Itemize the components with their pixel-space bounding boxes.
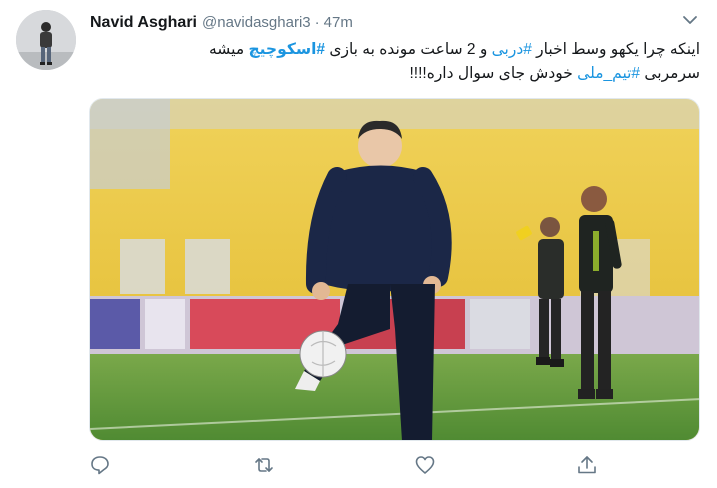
text-segment: و 2 ساعت مونده به بازی [325, 41, 492, 58]
reply-icon[interactable] [89, 454, 111, 476]
hashtag-skocic[interactable]: #اسکوچیچ [248, 41, 325, 58]
tweet[interactable]: Navid Asghari @navidasghari3 · 47m اینکه… [0, 0, 717, 488]
heart-icon[interactable] [414, 454, 436, 476]
author-handle[interactable]: @navidasghari3 [202, 14, 311, 31]
text-segment: اینکه چرا یکهو وسط اخبار [531, 41, 700, 58]
author-name[interactable]: Navid Asghari [90, 14, 197, 32]
text-segment: خودش جای سوال داره!!!! [409, 65, 578, 82]
share-icon[interactable] [576, 454, 598, 476]
avatar[interactable] [16, 10, 76, 70]
action-bar [0, 452, 717, 480]
text-segment: سرمربی [640, 65, 700, 82]
separator-dot: · [314, 14, 320, 31]
retweet-icon[interactable] [253, 454, 275, 476]
tweet-text: اینکه چرا یکهو وسط اخبار #دربی و 2 ساعت … [88, 38, 700, 86]
tweet-text-line-1: اینکه چرا یکهو وسط اخبار #دربی و 2 ساعت … [88, 38, 700, 62]
text-segment: میشه [209, 41, 249, 58]
hashtag-derby[interactable]: #دربی [492, 41, 532, 58]
tweet-header: Navid Asghari @navidasghari3 · 47m [90, 14, 353, 34]
chevron-down-icon[interactable] [680, 12, 700, 28]
tweet-photo[interactable] [89, 98, 700, 441]
hashtag-national-team[interactable]: #تیم_ملی [577, 65, 640, 82]
tweet-text-line-2: سرمربی #تیم_ملی خودش جای سوال داره!!!! [88, 62, 700, 86]
timestamp[interactable]: 47m [324, 14, 353, 31]
